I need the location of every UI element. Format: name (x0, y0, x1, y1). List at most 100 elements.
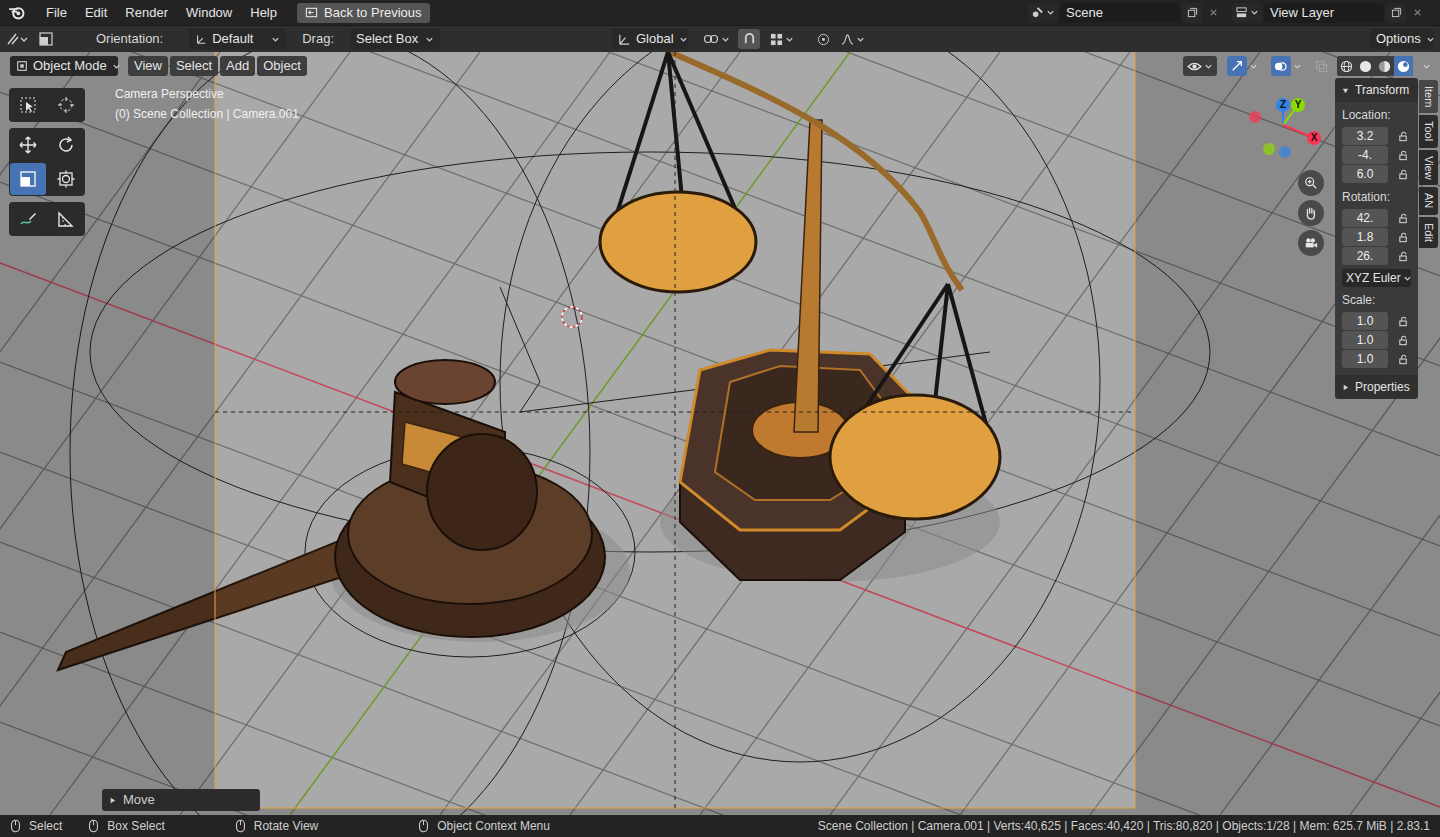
mode-dropdown-label: Object Mode (33, 56, 107, 76)
passepartout (215, 808, 1135, 815)
lock-icon (1398, 213, 1409, 224)
rotation-field[interactable]: 26. (1342, 247, 1388, 265)
gizmo-toggle-icon (1223, 56, 1261, 76)
scene-field[interactable]: Scene (1060, 3, 1180, 23)
active-tool-icons (6, 31, 76, 47)
sidebar-tab[interactable]: View (1419, 150, 1438, 186)
toolbar-group (9, 88, 85, 122)
rotation-mode-dropdown[interactable]: XYZ Euler (1342, 269, 1411, 287)
scale-label: Scale: (1342, 291, 1411, 309)
annotate-tool-button[interactable] (10, 203, 46, 235)
status-hint: Rotate View (235, 817, 318, 835)
scale-field[interactable]: 1.0 (1342, 331, 1388, 349)
passepartout (1135, 52, 1440, 815)
rotation-row: 1.8 (1342, 228, 1411, 246)
active-object-info: (0) Scene Collection | Camera.001 (115, 106, 299, 122)
drag-dropdown[interactable]: Select Box (350, 29, 440, 49)
scales[interactable] (600, 52, 1000, 580)
shading-wireframe-button[interactable] (1337, 56, 1356, 76)
caret-icon (1403, 274, 1412, 283)
caret-icon (1046, 8, 1055, 17)
scene-browse[interactable] (1028, 3, 1058, 23)
panel-header[interactable]: Transform (1335, 78, 1418, 102)
sidebar-tab[interactable]: Edit (1419, 217, 1438, 248)
select-tool-button[interactable] (10, 89, 46, 121)
tool-header: Orientation:DefaultDrag:Select BoxGlobal… (0, 25, 1440, 52)
shading-material-button[interactable] (1375, 56, 1394, 76)
menu-item[interactable]: Help (242, 3, 285, 23)
mode-dropdown[interactable]: Object Mode (10, 56, 118, 76)
status-hint-label: Box Select (107, 817, 164, 835)
collapsed-triangle-icon (108, 796, 117, 805)
zoom-icon (1298, 170, 1324, 196)
panel-header[interactable]: Properties (1335, 375, 1418, 399)
menu-item[interactable]: Edit (77, 3, 115, 23)
scale-field[interactable]: 1.0 (1342, 350, 1388, 368)
navigation-gizmo[interactable]: ZY X (1240, 92, 1330, 167)
location-field[interactable]: 6.0 (1342, 165, 1388, 183)
3d-viewport[interactable]: Object ModeViewSelectAddObject Camera Pe… (0, 52, 1440, 815)
menu-item[interactable]: Render (117, 3, 176, 23)
viewport-menu[interactable]: Select (170, 56, 218, 76)
sidebar-tab[interactable]: AN (1419, 187, 1438, 214)
measure-tool-button[interactable] (48, 203, 84, 235)
location-field[interactable]: -4. (1342, 146, 1388, 164)
drag-dropdown-label: Select Box (356, 29, 420, 49)
transform-tool-button[interactable] (48, 163, 84, 195)
scene-statistics: Scene Collection | Camera.001 | Verts:40… (818, 817, 1430, 835)
scale-value: 1.0 (1357, 331, 1374, 349)
view-layer-browse[interactable] (1232, 3, 1262, 23)
camera-icon (1298, 230, 1324, 256)
lock-icon (1398, 251, 1409, 262)
rotate-tool-button[interactable] (48, 129, 84, 161)
sidebar-tab[interactable]: Tool (1419, 115, 1438, 147)
operator-panel[interactable]: Move (102, 789, 260, 811)
shading-solid-button[interactable] (1356, 56, 1375, 76)
viewport-menu[interactable]: View (128, 56, 168, 76)
gizmo-negative-axis[interactable] (1263, 143, 1275, 155)
left-mouse-drag-icon (88, 819, 99, 833)
viewport-menu[interactable]: Object (257, 56, 307, 76)
menu-item[interactable]: File (38, 3, 75, 23)
y-axis-line (290, 52, 850, 815)
global-icon (618, 33, 631, 46)
shading-rendered-button[interactable] (1394, 56, 1413, 76)
location-row: 6.0 (1342, 165, 1411, 183)
light-wires (70, 52, 1210, 815)
view-layer-field[interactable]: View Layer (1264, 3, 1384, 23)
cursor-tool-button[interactable] (48, 89, 84, 121)
orientation-dropdown[interactable]: Default (189, 29, 286, 49)
rotation-value: 26. (1357, 247, 1374, 265)
copy-icon (1182, 3, 1202, 23)
drag-label: Drag: (302, 29, 334, 49)
options-dropdown[interactable]: Options (1370, 29, 1434, 49)
scene-canvas[interactable] (0, 52, 1440, 815)
view-layer-icon (1235, 6, 1248, 19)
rotation-field[interactable]: 42. (1342, 209, 1388, 227)
rotation-value: 42. (1357, 209, 1374, 227)
viewport-header-right (1183, 56, 1433, 76)
gizmo-axis[interactable]: Z (1276, 98, 1290, 112)
sidebar-tab[interactable]: Item (1419, 80, 1438, 113)
toolbar-group (9, 128, 85, 196)
menu-item[interactable]: Window (178, 3, 240, 23)
gizmo-negative-axis[interactable] (1279, 146, 1291, 158)
navigation-buttons (1298, 170, 1324, 256)
rotate-icon (57, 136, 75, 154)
location-field[interactable]: 3.2 (1342, 127, 1388, 145)
3d-cursor-icon[interactable] (562, 307, 582, 327)
tool-settings-icon (6, 32, 28, 46)
viewport-menu[interactable]: Add (220, 56, 255, 76)
transform-orientation-dropdown[interactable]: Global (612, 29, 688, 49)
left-mouse-icon (10, 819, 21, 833)
gizmo-negative-axis[interactable] (1249, 111, 1261, 123)
scale-tool-button[interactable] (10, 163, 46, 195)
move-tool-button[interactable] (10, 129, 46, 161)
caret-icon (1426, 35, 1435, 44)
gizmo-axis[interactable]: Y (1291, 98, 1305, 112)
gizmo-axis[interactable]: X (1307, 131, 1321, 145)
back-to-previous-button[interactable]: Back to Previous (297, 3, 430, 23)
lock-icon (1398, 131, 1409, 142)
scale-field[interactable]: 1.0 (1342, 312, 1388, 330)
rotation-field[interactable]: 1.8 (1342, 228, 1388, 246)
